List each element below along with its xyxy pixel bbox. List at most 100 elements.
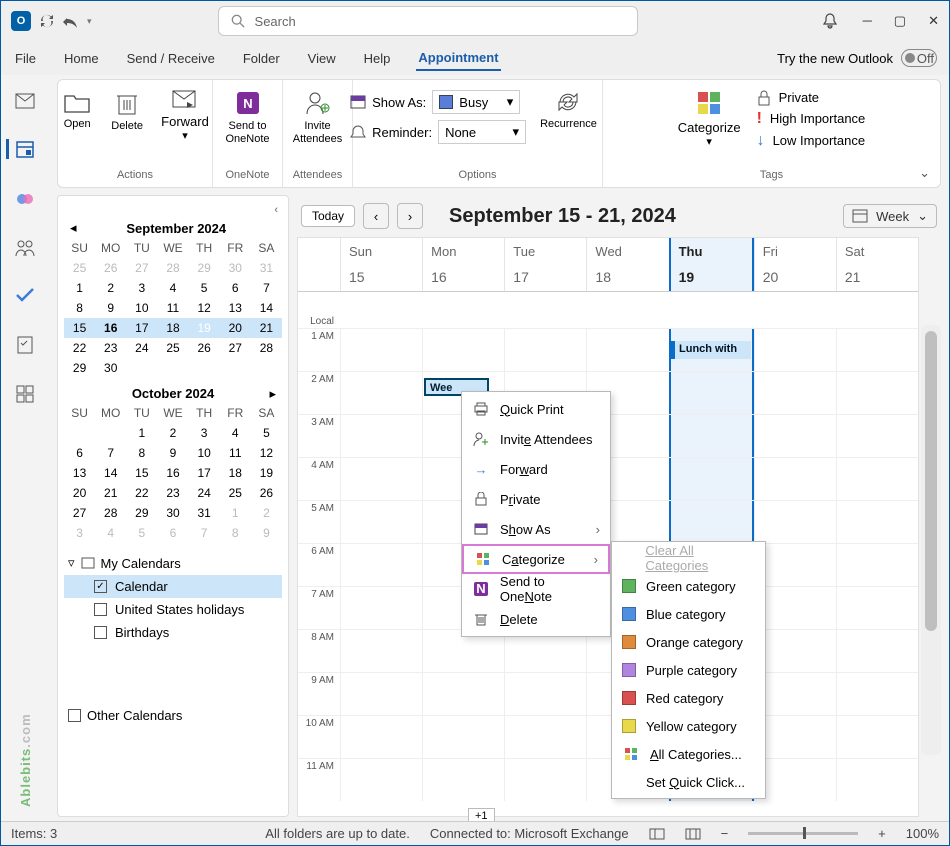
day-header-fri[interactable]: Fri20 <box>754 238 836 291</box>
sync-icon[interactable] <box>39 13 55 29</box>
ctx-invite-attendees[interactable]: Invite Attendees <box>462 424 610 454</box>
ctx-show-as[interactable]: Show As› <box>462 514 610 544</box>
ribbon-low-importance[interactable]: ↓Low Importance <box>757 132 866 150</box>
reminder-label: Reminder: <box>372 125 432 140</box>
categorize-submenu: Clear All Categories Green category Blue… <box>611 541 766 799</box>
vertical-scrollbar[interactable] <box>921 325 941 755</box>
sub-orange[interactable]: Orange category <box>612 628 765 656</box>
view-normal-icon[interactable] <box>649 828 665 840</box>
ribbon-private[interactable]: Private <box>757 90 866 106</box>
ribbon-categorize[interactable]: Categorize▾ <box>670 84 749 155</box>
sub-set-quick-click[interactable]: Set Quick Click... <box>612 768 765 796</box>
month1-title: September 2024 <box>77 221 276 236</box>
maximize-button[interactable]: ▢ <box>894 13 906 29</box>
status-connected: Connected to: Microsoft Exchange <box>430 826 629 841</box>
copilot-icon[interactable] <box>15 189 35 209</box>
day-header-tue[interactable]: Tue17 <box>504 238 586 291</box>
my-calendars-header[interactable]: ▿ My Calendars <box>64 551 282 575</box>
zoom-level: 100% <box>906 826 939 841</box>
ribbon-onenote[interactable]: N Send to OneNote <box>217 84 277 152</box>
tasks-icon[interactable] <box>16 335 34 355</box>
chevron-down-icon[interactable]: ▾ <box>87 16 92 27</box>
menu-appointment[interactable]: Appointment <box>416 46 500 71</box>
ctx-forward[interactable]: →Forward <box>462 454 610 484</box>
ribbon-forward[interactable]: Forward▾ <box>153 84 217 149</box>
search-input[interactable]: Search <box>218 6 638 36</box>
ctx-categorize[interactable]: Categorize› <box>462 544 610 574</box>
sub-red[interactable]: Red category <box>612 684 765 712</box>
sub-purple[interactable]: Purple category <box>612 656 765 684</box>
minimize-button[interactable]: ─ <box>863 13 872 29</box>
todo-icon[interactable] <box>15 287 35 305</box>
next-month[interactable]: ▸ <box>269 386 276 402</box>
ribbon-group-actions: Actions <box>117 169 153 183</box>
sub-blue[interactable]: Blue category <box>612 600 765 628</box>
ribbon-open[interactable]: Open <box>53 84 101 137</box>
ribbon-collapse-icon[interactable]: ⌄ <box>919 165 930 181</box>
sub-green[interactable]: Green category <box>612 572 765 600</box>
prev-week-button[interactable]: ‹ <box>363 203 389 229</box>
menu-help[interactable]: Help <box>362 47 393 70</box>
menu-view[interactable]: View <box>306 47 338 70</box>
calendar-icon[interactable] <box>6 139 35 159</box>
reminder-select[interactable]: None▾ <box>438 120 526 144</box>
title-bar: O ▾ Search ─ ▢ ✕ <box>1 1 949 41</box>
ctx-quick-print[interactable]: Quick Print <box>462 394 610 424</box>
day-header-wed[interactable]: Wed18 <box>586 238 668 291</box>
sidebar-collapse[interactable]: ‹ <box>64 202 282 218</box>
ribbon-delete[interactable]: Delete <box>103 84 151 139</box>
day-header-thu[interactable]: Thu19 <box>669 238 754 291</box>
calendar-item-calendar[interactable]: Calendar <box>64 575 282 598</box>
ctx-onenote[interactable]: NSend to OneNote <box>462 574 610 604</box>
svg-text:N: N <box>476 582 485 596</box>
ribbon-group-attendees: Attendees <box>293 169 343 183</box>
menu-home[interactable]: Home <box>62 47 101 70</box>
status-bar: Items: 3 All folders are up to date. Con… <box>1 821 949 845</box>
calendar-item-birthdays[interactable]: Birthdays <box>64 621 282 644</box>
ribbon-recurrence[interactable]: Recurrence <box>532 84 605 144</box>
day-header-mon[interactable]: Mon16 <box>422 238 504 291</box>
sub-yellow[interactable]: Yellow category <box>612 712 765 740</box>
menu-bar: File Home Send / Receive Folder View Hel… <box>1 41 949 75</box>
day-header-sun[interactable]: Sun15 <box>340 238 422 291</box>
search-placeholder: Search <box>255 14 296 29</box>
ctx-private[interactable]: Private <box>462 484 610 514</box>
menu-folder[interactable]: Folder <box>241 47 282 70</box>
date-range-title: September 15 - 21, 2024 <box>449 205 676 228</box>
left-nav-rail <box>1 77 49 821</box>
try-new-outlook[interactable]: Try the new Outlook Off <box>777 49 937 67</box>
mini-calendar-oct[interactable]: SUMOTUWETHFRSA12345678910111213141516171… <box>64 403 282 543</box>
next-week-button[interactable]: › <box>397 203 423 229</box>
ribbon-invite[interactable]: Invite Attendees <box>285 84 351 152</box>
bell-icon[interactable] <box>821 12 839 30</box>
zoom-in[interactable]: + <box>878 826 886 841</box>
other-calendars-header[interactable]: Other Calendars <box>64 704 282 727</box>
ablebits-watermark: Ablebits.com <box>17 713 35 807</box>
mail-icon[interactable] <box>15 93 35 109</box>
people-icon[interactable] <box>15 239 35 257</box>
zoom-slider[interactable] <box>748 832 858 835</box>
month2-title: October 2024 <box>70 386 276 401</box>
zoom-out[interactable]: − <box>721 826 729 841</box>
sub-all-categories[interactable]: All Categories... <box>612 740 765 768</box>
view-week-button[interactable]: Week ⌄ <box>843 204 937 228</box>
apps-icon[interactable] <box>16 385 34 403</box>
day-header-sat[interactable]: Sat21 <box>836 238 918 291</box>
show-as-select[interactable]: Busy▾ <box>432 90 520 114</box>
toggle-off-icon[interactable]: Off <box>901 49 937 67</box>
menu-file[interactable]: File <box>13 47 38 70</box>
menu-send-receive[interactable]: Send / Receive <box>125 47 217 70</box>
ribbon-group-onenote: OneNote <box>225 169 269 183</box>
sub-clear-all: Clear All Categories <box>612 544 765 572</box>
undo-icon[interactable] <box>63 14 79 28</box>
ctx-delete[interactable]: Delete <box>462 604 610 634</box>
ribbon: Open Delete Forward▾ Actions N Send to O… <box>57 79 941 188</box>
mini-calendar-sept[interactable]: SUMOTUWETHFRSA25262728293031123456789101… <box>64 238 282 378</box>
ribbon-high-importance[interactable]: !High Importance <box>757 110 866 128</box>
calendar-item-holidays[interactable]: United States holidays <box>64 598 282 621</box>
local-tz-label: Local <box>298 316 340 327</box>
close-button[interactable]: ✕ <box>928 13 939 29</box>
today-button[interactable]: Today <box>301 205 355 227</box>
view-reading-icon[interactable] <box>685 828 701 840</box>
event-lunch[interactable]: Lunch with <box>671 341 751 359</box>
